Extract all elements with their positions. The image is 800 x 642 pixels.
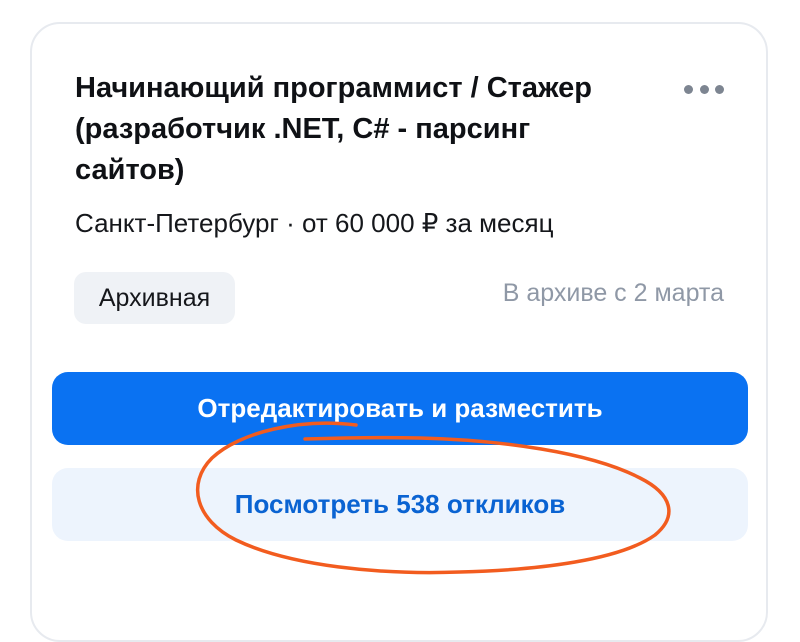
view-responses-button[interactable]: Посмотреть 538 откликов [52,468,748,541]
archived-date: В архиве с 2 марта [502,279,724,307]
more-horizontal-icon-dot [715,84,724,94]
more-horizontal-icon [684,84,693,94]
status-badge: Архивная [74,272,235,324]
more-options-button[interactable] [684,83,724,95]
edit-and-publish-button[interactable]: Отредактировать и разместить [52,372,748,445]
vacancy-title[interactable]: Начинающий программист / Стажер (разрабо… [75,68,615,191]
vacancy-location-salary: Санкт-Петербург · от 60 000 ₽ за месяц [75,208,554,238]
more-horizontal-icon-dot [699,84,709,94]
